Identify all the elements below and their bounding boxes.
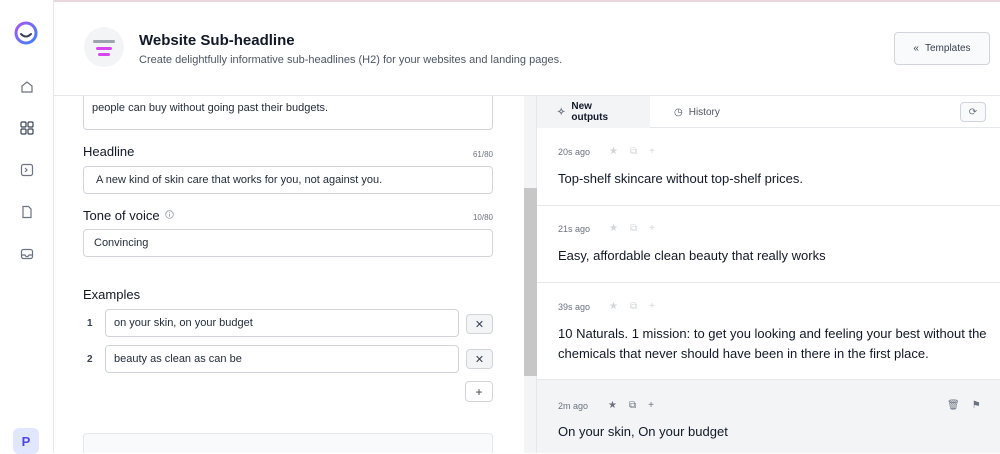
output-card: 2m ago ★ ⧉ + 🗑 ⚑ On your skin, On your budg… (537, 380, 1000, 453)
home-icon[interactable] (17, 77, 37, 97)
output-text: Top-shelf skincare without top-shelf pri… (558, 171, 803, 186)
info-icon[interactable] (165, 210, 174, 219)
plus-icon[interactable]: + (649, 301, 655, 312)
output-text: Easy, affordable clean beauty that reall… (558, 248, 826, 263)
tone-label: Tone of voice (83, 208, 160, 223)
plus-icon: + (475, 384, 483, 399)
document-icon[interactable] (17, 202, 37, 222)
output-card: 21s ago ★ ⧉ + Easy, affordable clean beaut… (537, 206, 1000, 283)
output-card: 39s ago ★ ⧉ + 10 Naturals. 1 mission: to g… (537, 283, 1000, 380)
add-example-button[interactable]: + (465, 381, 493, 402)
example-number: 1 (87, 318, 93, 329)
output-timestamp: 2m ago (558, 401, 589, 411)
examples-label: Examples (83, 287, 141, 302)
star-icon[interactable]: ★ (609, 146, 618, 157)
output-right-actions: 🗑 ⚑ (947, 400, 981, 411)
tab-history[interactable]: ◷ History (654, 96, 740, 128)
output-tabs: ✧ New outputs ◷ History ⟳ (537, 96, 1000, 128)
flag-icon[interactable]: ⚑ (972, 400, 981, 411)
sub-headline-tool-icon (84, 27, 124, 67)
example-number: 2 (87, 354, 93, 365)
output-actions: ★ ⧉ + (609, 301, 655, 312)
output-text: On your skin, On your budget (558, 424, 728, 439)
double-chevron-left-icon: « (913, 43, 919, 54)
copy-icon[interactable]: ⧉ (630, 301, 637, 312)
example-input[interactable]: beauty as clean as can be (105, 345, 459, 373)
output-text: 10 Naturals. 1 mission: to get you looki… (558, 326, 987, 361)
copy-icon[interactable]: ⧉ (630, 146, 637, 157)
outputs-panel: ✧ New outputs ◷ History ⟳ 20s ago ★ ⧉ + To… (537, 96, 1000, 453)
generate-section (83, 433, 493, 453)
page-subtitle: Create delightfully informative sub-head… (139, 54, 563, 66)
left-rail: P (0, 0, 54, 454)
tone-input[interactable]: Convincing (83, 229, 493, 257)
output-timestamp: 21s ago (558, 224, 591, 234)
plus-icon[interactable]: + (648, 400, 654, 411)
page-title: Website Sub-headline (139, 32, 295, 49)
templates-label: Templates (924, 43, 971, 54)
output-actions: ★ ⧉ + (609, 146, 655, 157)
input-form: people can buy without going past their … (54, 96, 524, 453)
inbox-icon[interactable] (17, 244, 37, 264)
remove-example-button[interactable]: ✕ (466, 314, 493, 334)
example-input[interactable]: on your skin, on your budget (105, 309, 459, 337)
form-scrollbar[interactable] (524, 96, 537, 453)
templates-button[interactable]: « Templates (894, 32, 990, 65)
description-text: people can buy without going past their … (92, 102, 329, 114)
close-icon: ✕ (474, 318, 485, 331)
clock-icon: ◷ (674, 106, 683, 118)
headline-label: Headline (83, 144, 135, 159)
copy-icon[interactable]: ⧉ (629, 400, 636, 411)
star-icon[interactable]: ★ (609, 223, 618, 234)
output-actions: ★ ⧉ + (609, 223, 655, 234)
trash-icon[interactable]: 🗑 (947, 400, 960, 411)
terminal-icon[interactable] (17, 160, 37, 180)
close-icon: ✕ (474, 353, 485, 366)
app-logo-icon[interactable] (13, 20, 39, 46)
output-card: 20s ago ★ ⧉ + Top-shelf skincare without t… (537, 129, 1000, 206)
copy-icon[interactable]: ⧉ (630, 223, 637, 234)
tone-counter: 10/80 (472, 213, 493, 222)
refresh-icon: ⟳ (968, 106, 978, 118)
refresh-button[interactable]: ⟳ (960, 102, 986, 122)
description-textarea[interactable]: people can buy without going past their … (83, 96, 493, 130)
remove-example-button[interactable]: ✕ (466, 349, 493, 369)
headline-input[interactable]: A new kind of skin care that works for y… (83, 166, 493, 194)
tab-history-label: History (688, 106, 720, 118)
plus-icon[interactable]: + (649, 146, 655, 157)
star-icon[interactable]: ★ (609, 301, 618, 312)
plus-icon[interactable]: + (649, 223, 655, 234)
tab-new-outputs[interactable]: ✧ New outputs (537, 96, 650, 128)
apps-grid-icon[interactable] (17, 118, 37, 138)
page-header: Website Sub-headline Create delightfully… (54, 0, 1000, 96)
tab-new-outputs-label: New outputs (571, 101, 609, 123)
user-avatar[interactable]: P (13, 428, 39, 454)
star-icon[interactable]: ★ (608, 400, 617, 411)
output-actions: ★ ⧉ + (608, 400, 654, 411)
output-timestamp: 39s ago (558, 302, 591, 312)
headline-counter: 61/80 (472, 150, 493, 159)
output-timestamp: 20s ago (558, 147, 591, 157)
scrollbar-thumb[interactable] (524, 188, 537, 376)
sparkle-icon: ✧ (557, 106, 566, 118)
